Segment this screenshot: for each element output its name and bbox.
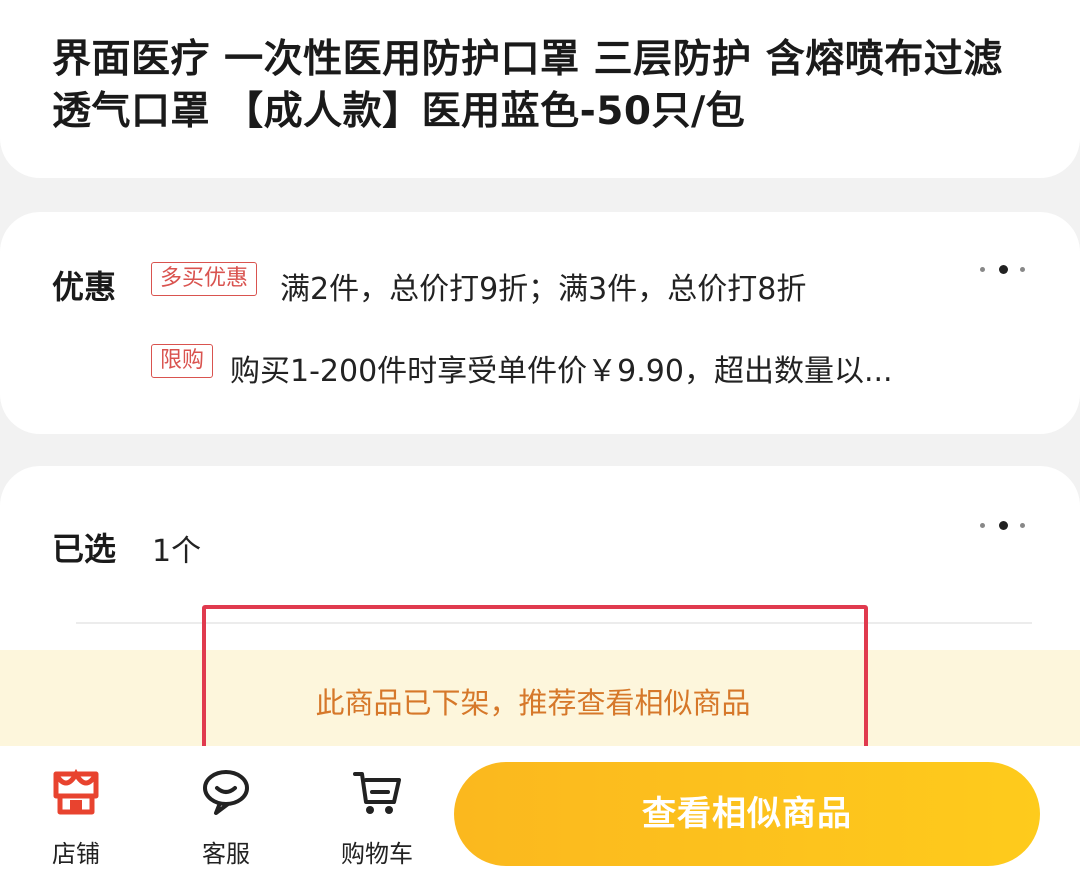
product-title-card: 界面医疗 一次性医用防护口罩 三层防护 含熔喷布过滤 透气口罩 【成人款】医用蓝…: [0, 0, 1080, 178]
limit-tag: 限购: [151, 344, 214, 378]
limit-text: 购买1-200件时享受单件价￥9.90，超出数量以...: [230, 354, 893, 389]
store-icon: [53, 768, 99, 815]
store-label: 店铺: [52, 840, 100, 868]
customer-service-label: 客服: [202, 840, 250, 868]
view-similar-button[interactable]: 查看相似商品: [454, 762, 1040, 866]
selection-label: 已选: [52, 530, 117, 568]
chat-bubble-icon: [203, 770, 249, 815]
cart-button[interactable]: 购物车: [322, 766, 432, 869]
customer-service-button[interactable]: 客服: [171, 766, 281, 869]
product-title: 界面医疗 一次性医用防护口罩 三层防护 含熔喷布过滤 透气口罩 【成人款】医用蓝…: [52, 37, 1003, 134]
promotions-label: 优惠: [52, 268, 117, 306]
store-button[interactable]: 店铺: [21, 766, 131, 869]
multi-buy-tag: 多买优惠: [151, 262, 258, 296]
promotions-card[interactable]: 优惠 多买优惠 满2件，总价打9折；满3件，总价打8折 限购 购买1-200件时…: [0, 212, 1080, 434]
selection-value: 1个: [152, 534, 202, 569]
promotions-more-icon[interactable]: [978, 264, 1030, 276]
multi-buy-text: 满2件，总价打9折；满3件，总价打8折: [280, 272, 807, 307]
cart-icon: [353, 772, 401, 814]
highlight-box: [202, 605, 868, 751]
selection-more-icon[interactable]: [978, 520, 1030, 532]
cart-label: 购物车: [341, 840, 413, 868]
